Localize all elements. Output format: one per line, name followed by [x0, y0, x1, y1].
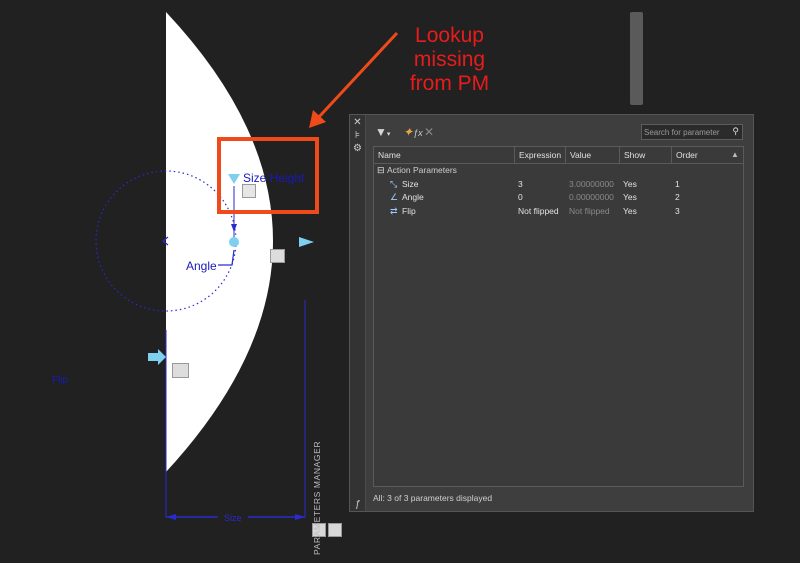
rotate-action-icon[interactable] — [270, 249, 285, 263]
floating-toolbar[interactable] — [630, 12, 643, 105]
param-value: 3.00000000 — [569, 179, 614, 189]
sort-arrow-icon[interactable]: ▲ — [731, 150, 739, 159]
annotation-line-2: missing — [413, 48, 486, 71]
scale-action-icon[interactable] — [328, 523, 342, 537]
collapse-toggle-icon[interactable]: ⊟ — [377, 164, 385, 177]
dim-arrow-left — [166, 514, 176, 520]
param-expression[interactable]: 0 — [518, 191, 523, 204]
annotation-line-1: Lookup — [415, 24, 484, 47]
parameters-manager-palette: ✕ ⊧ ⚙ PARAMETERS MANAGER ƒ ▼▾ ✦ƒx ✕ ⚲ Na… — [312, 114, 754, 555]
flip-param-icon: ⇄ — [390, 206, 398, 216]
palette-title: PARAMETERS MANAGER — [312, 440, 322, 555]
param-value: 0.00000000 — [569, 192, 614, 202]
properties-icon[interactable]: ⚙ — [352, 143, 363, 154]
size-right-grip[interactable] — [299, 237, 314, 247]
column-header-name[interactable]: Name — [374, 147, 515, 164]
block-shape — [166, 12, 273, 472]
column-header-value[interactable]: Value — [566, 147, 620, 164]
parameters-grid[interactable]: Name Expression Value Show Order ▲ ⊟ Act… — [373, 146, 744, 487]
search-input[interactable] — [644, 126, 726, 138]
new-parameter-icon[interactable]: ✦ƒx — [403, 125, 423, 140]
param-name: Flip — [402, 206, 416, 216]
close-icon[interactable]: ✕ — [352, 117, 363, 128]
param-expression[interactable]: 3 — [518, 178, 523, 191]
param-name: Size — [402, 179, 419, 189]
param-name: Angle — [402, 192, 424, 202]
flip-label: Flip — [52, 375, 69, 386]
filter-icon[interactable]: ▼▾ — [375, 125, 390, 142]
status-text: All: 3 of 3 parameters displayed — [373, 493, 493, 503]
flip-action-icon[interactable] — [172, 363, 189, 378]
lookup-action-icon[interactable] — [242, 184, 256, 198]
palette-titlebar[interactable]: ✕ ⊧ ⚙ PARAMETERS MANAGER ƒ — [312, 115, 366, 555]
delete-icon[interactable]: ✕ — [424, 125, 434, 139]
param-order: 1 — [675, 179, 680, 189]
flip-grip[interactable] — [148, 349, 166, 365]
param-show[interactable]: Yes — [623, 178, 637, 191]
param-expression[interactable]: Not flipped — [518, 205, 559, 218]
search-box[interactable]: ⚲ — [641, 124, 743, 140]
rotation-grip[interactable] — [229, 237, 239, 247]
angle-label: Angle — [186, 259, 217, 273]
param-show[interactable]: Yes — [623, 191, 637, 204]
param-show[interactable]: Yes — [623, 205, 637, 218]
dim-arrow-right — [295, 514, 305, 520]
column-header-expression[interactable]: Expression — [515, 147, 566, 164]
param-order: 2 — [675, 192, 680, 202]
rotation-param-icon: ∠ — [390, 192, 399, 202]
param-value: Not flipped — [569, 206, 610, 216]
param-order: 3 — [675, 206, 680, 216]
search-icon[interactable]: ⚲ — [732, 126, 739, 137]
linear-param-icon: ⤡ — [390, 179, 398, 189]
size-dimension-label: Size — [224, 513, 242, 523]
annotation-text: Lookup missing from PM — [392, 24, 507, 96]
autohide-icon[interactable]: ⊧ — [352, 130, 363, 141]
group-label: Action Parameters — [387, 165, 457, 175]
size-height-label: Size Height — [243, 171, 305, 185]
column-header-show[interactable]: Show — [620, 147, 672, 164]
annotation-arrow-shaft — [316, 31, 399, 120]
fx-icon: ƒ — [354, 499, 361, 510]
annotation-line-3: from PM — [409, 72, 490, 95]
